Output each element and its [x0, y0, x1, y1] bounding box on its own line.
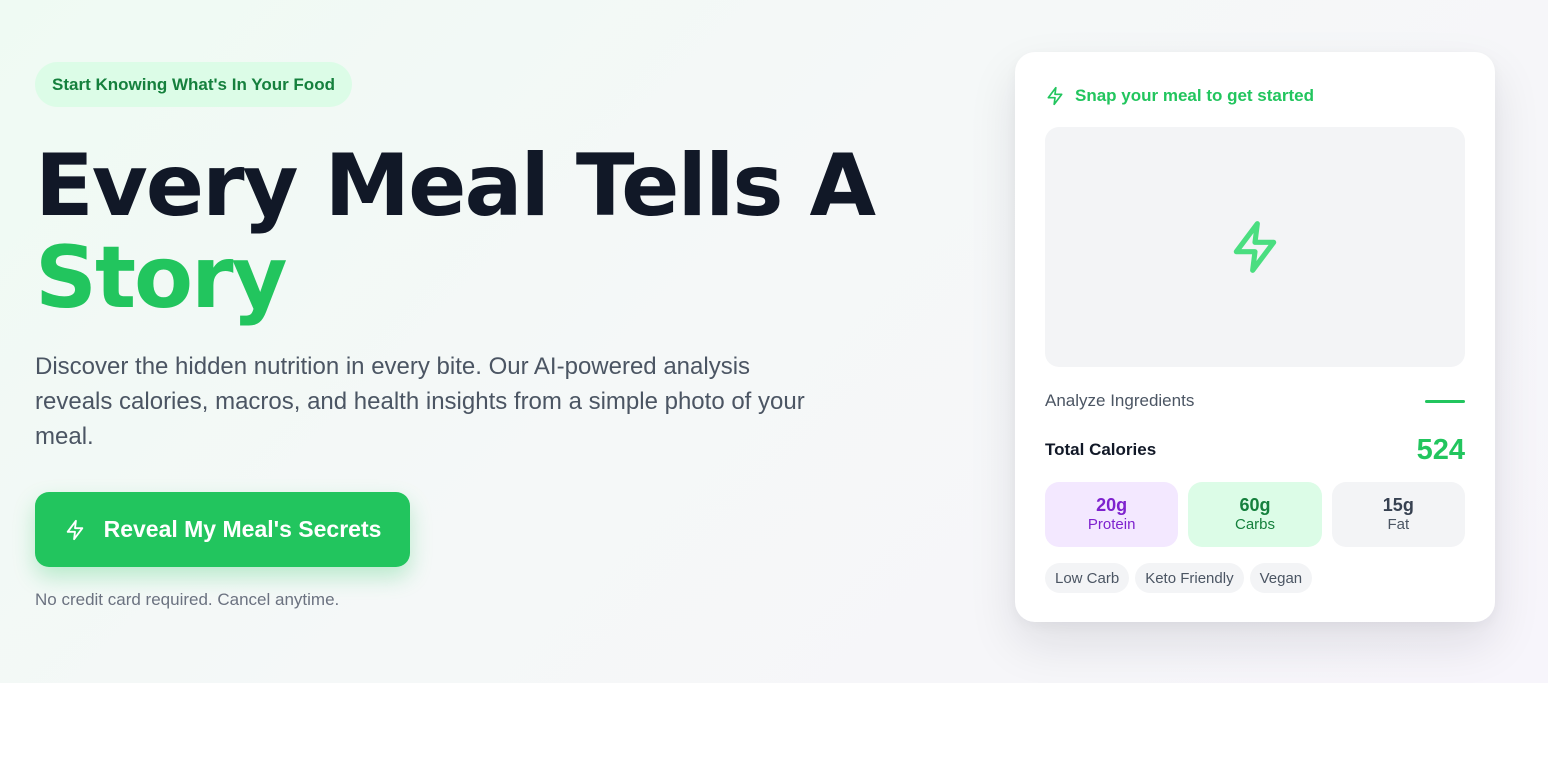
tag-vegan: Vegan	[1249, 563, 1313, 593]
lightning-icon	[66, 519, 83, 540]
macro-value: 15g	[1382, 494, 1414, 515]
meal-analysis-card: Snap your meal to get started Analyze In…	[1015, 52, 1495, 622]
meal-photo-placeholder[interactable]	[1045, 127, 1465, 367]
lightning-icon	[1047, 86, 1063, 106]
hero-badge: Start Knowing What's In Your Food	[35, 62, 352, 107]
hero-section: Start Knowing What's In Your Food Every …	[0, 0, 1548, 683]
reveal-secrets-button[interactable]: Reveal My Meal's Secrets	[35, 492, 410, 567]
headline-line-2: Story	[35, 228, 288, 328]
lightning-icon	[1233, 221, 1277, 273]
tag-low-carb: Low Carb	[1045, 563, 1130, 593]
macro-value: 60g	[1239, 494, 1271, 515]
diet-tags: Low Carb Keto Friendly Vegan	[1045, 563, 1313, 593]
macro-carbs: 60g Carbs	[1188, 482, 1322, 547]
macro-label: Carbs	[1234, 516, 1275, 534]
macro-label: Protein	[1087, 516, 1136, 534]
total-calories-value: 524	[1416, 433, 1465, 466]
total-calories-row: Total Calories 524	[1045, 430, 1465, 470]
card-header-text: Snap your meal to get started	[1075, 86, 1314, 105]
hero-headline: Every Meal Tells A Story	[35, 140, 935, 324]
macro-label: Fat	[1387, 516, 1410, 534]
total-calories-label: Total Calories	[1045, 440, 1157, 459]
analyze-ingredients-label: Analyze Ingredients	[1045, 391, 1195, 410]
footnote: No credit card required. Cancel anytime.	[35, 590, 340, 609]
analyze-progress-bar	[1425, 399, 1465, 403]
macros-grid: 20g Protein 60g Carbs 15g Fat	[1045, 482, 1465, 547]
macro-protein: 20g Protein	[1045, 482, 1179, 547]
headline-line-1: Every Meal Tells A	[35, 136, 876, 236]
macro-fat: 15g Fat	[1331, 482, 1465, 547]
macro-value: 20g	[1096, 494, 1128, 515]
cta-label: Reveal My Meal's Secrets	[103, 516, 382, 542]
card-header: Snap your meal to get started	[1045, 84, 1314, 108]
hero-subtext: Discover the hidden nutrition in every b…	[35, 353, 805, 450]
analyze-ingredients-row: Analyze Ingredients	[1045, 390, 1465, 412]
tag-keto-friendly: Keto Friendly	[1135, 563, 1244, 593]
